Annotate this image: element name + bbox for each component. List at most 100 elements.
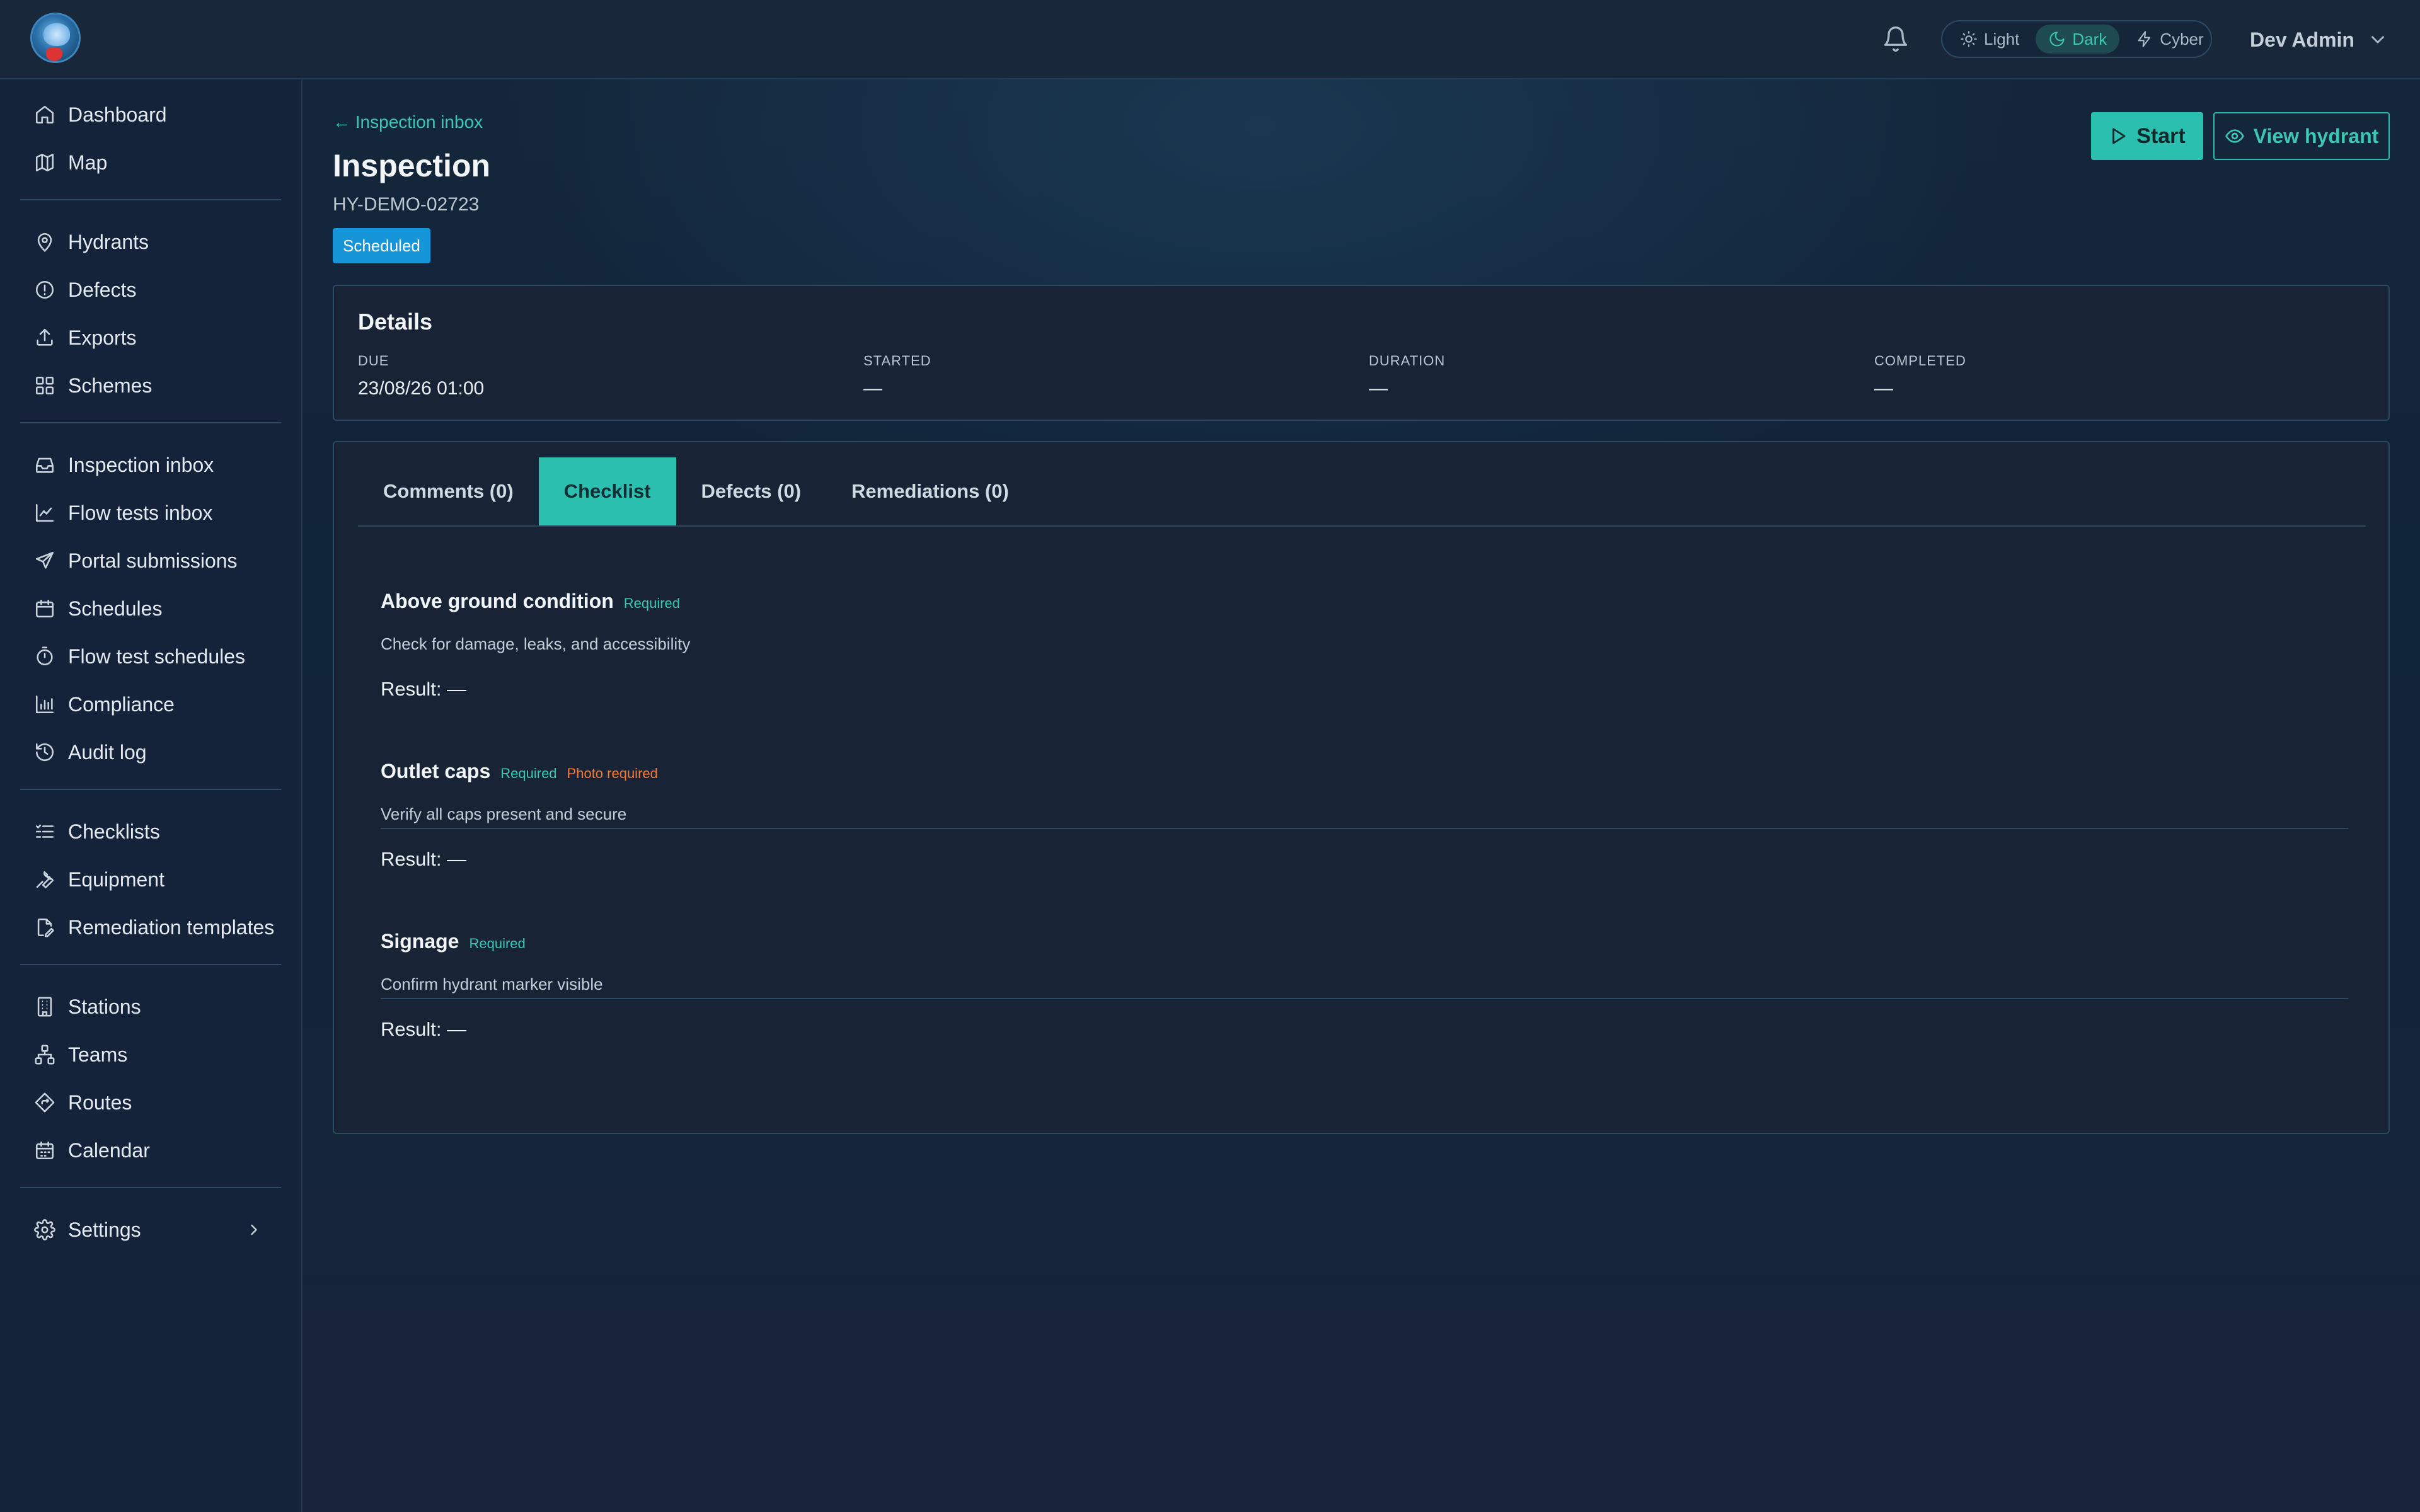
sidebar-item-label: Checklists — [68, 820, 160, 843]
sidebar-item-schedules[interactable]: Schedules — [20, 585, 281, 633]
sidebar-item-exports[interactable]: Exports — [20, 314, 281, 362]
theme-option-light[interactable]: Light — [1947, 25, 2032, 54]
detail-value: — — [1369, 378, 1388, 399]
sidebar-item-label: Inspection inbox — [68, 453, 214, 476]
sidebar-item-map[interactable]: Map — [20, 139, 281, 186]
view-hydrant-button[interactable]: View hydrant — [2213, 112, 2390, 160]
top-bar: Light Dark Cyber Dev Admin — [0, 0, 2420, 79]
user-menu[interactable]: Dev Admin — [2250, 25, 2388, 54]
sidebar-item-label: Hydrants — [68, 230, 149, 253]
sidebar-item-label: Dashboard — [68, 103, 167, 126]
theme-option-label: Light — [1984, 29, 2020, 49]
nav-group-operations: Inspection inbox Flow tests inbox Portal… — [0, 430, 301, 782]
upload-icon — [37, 328, 53, 346]
view-hydrant-label: View hydrant — [2253, 124, 2379, 147]
nav-group-main: Dashboard Map — [0, 79, 301, 193]
back-link[interactable]: ← Inspection inbox — [333, 112, 483, 132]
sidebar-item-label: Compliance — [68, 692, 175, 716]
home-icon — [35, 105, 54, 124]
details-card: Details DUE 23/08/26 01:00 STARTED — DUR… — [333, 285, 2390, 421]
tab-comments[interactable]: Comments (0) — [358, 457, 539, 525]
photo-required-tag: Photo required — [567, 765, 658, 781]
sidebar-item-label: Portal submissions — [68, 549, 238, 572]
app-logo[interactable] — [30, 13, 81, 63]
sidebar-item-defects[interactable]: Defects — [20, 266, 281, 314]
sidebar-item-flow-test-schedules[interactable]: Flow test schedules — [20, 633, 281, 680]
sidebar-item-remediation-templates[interactable]: Remediation templates — [20, 903, 281, 951]
sidebar-item-inspection-inbox[interactable]: Inspection inbox — [20, 441, 281, 489]
checklist-item-description: Check for damage, leaks, and accessibili… — [381, 634, 691, 653]
sidebar-item-settings[interactable]: Settings — [20, 1206, 281, 1254]
theme-option-dark[interactable]: Dark — [2036, 25, 2120, 54]
theme-option-cyber[interactable]: Cyber — [2123, 25, 2216, 54]
detail-duration: DURATION — — [1369, 353, 1445, 399]
sidebar-item-audit-log[interactable]: Audit log — [20, 728, 281, 776]
chevron-down-icon — [2371, 36, 2384, 43]
detail-label: DUE — [358, 353, 389, 369]
sidebar-item-routes[interactable]: Routes — [20, 1079, 281, 1126]
checklist-item-header: Outlet caps Required Photo required — [381, 760, 2348, 783]
checklist-item: Outlet caps Required Photo required Veri… — [381, 760, 2348, 871]
detail-due: DUE 23/08/26 01:00 — [358, 353, 484, 399]
sidebar-item-compliance[interactable]: Compliance — [20, 680, 281, 728]
sidebar-item-stations[interactable]: Stations — [20, 983, 281, 1031]
file-edit-icon — [37, 918, 54, 937]
sidebar-item-label: Schedules — [68, 597, 163, 620]
theme-option-label: Cyber — [2160, 29, 2204, 49]
theme-switcher: Light Dark Cyber — [1941, 20, 2212, 58]
start-button[interactable]: Start — [2091, 112, 2203, 160]
details-title: Details — [358, 309, 433, 335]
checklist-item: Above ground condition Required Check fo… — [381, 590, 2348, 701]
sun-icon — [1961, 31, 1977, 47]
nav-group-settings: Settings — [0, 1194, 301, 1260]
building-icon — [37, 997, 52, 1017]
tabs-card: Comments (0) Checklist Defects (0) Remed… — [333, 441, 2390, 1134]
hydrant-id: HY-DEMO-02723 — [333, 194, 480, 215]
nav-group-org: Stations Teams Routes Calendar — [0, 971, 301, 1181]
moon-icon — [2049, 32, 2065, 47]
sidebar-item-label: Defects — [68, 278, 137, 301]
tab-defects[interactable]: Defects (0) — [676, 457, 827, 525]
nav-divider — [20, 964, 281, 965]
theme-option-label: Dark — [2072, 29, 2107, 49]
alert-circle-icon — [35, 280, 54, 299]
sidebar-item-teams[interactable]: Teams — [20, 1031, 281, 1079]
list-checks-icon — [35, 824, 54, 838]
eye-icon — [2225, 129, 2244, 143]
bell-icon[interactable] — [1882, 24, 1910, 54]
sidebar-item-portal-submissions[interactable]: Portal submissions — [20, 537, 281, 585]
sidebar-item-label: Schemes — [68, 374, 153, 397]
grid-icon — [35, 376, 54, 395]
nav-divider — [20, 789, 281, 790]
map-icon — [35, 153, 54, 172]
sidebar-item-hydrants[interactable]: Hydrants — [20, 218, 281, 266]
detail-value: — — [1874, 378, 1893, 399]
detail-value: 23/08/26 01:00 — [358, 378, 485, 399]
user-name: Dev Admin — [2250, 28, 2354, 51]
sidebar-item-flow-tests-inbox[interactable]: Flow tests inbox — [20, 489, 281, 537]
sidebar-item-calendar[interactable]: Calendar — [20, 1126, 281, 1174]
tab-remediations[interactable]: Remediations (0) — [826, 457, 1034, 525]
tab-checklist[interactable]: Checklist — [538, 457, 676, 525]
calendar-icon — [35, 599, 54, 618]
required-tag: Required — [623, 595, 681, 611]
sidebar-item-equipment[interactable]: Equipment — [20, 856, 281, 903]
checklist-item-header: Above ground condition Required — [381, 590, 2348, 613]
sidebar-item-checklists[interactable]: Checklists — [20, 808, 281, 856]
detail-label: DURATION — [1369, 353, 1446, 369]
gear-icon — [34, 1219, 55, 1240]
nav-divider — [20, 422, 281, 423]
nav-group-assets: Hydrants Defects Exports Schemes — [0, 207, 301, 416]
nav-divider — [20, 199, 281, 200]
nav-group-config: Checklists Equipment Remediation templat… — [0, 796, 301, 958]
sidebar-item-schemes[interactable]: Schemes — [20, 362, 281, 410]
required-tag: Required — [500, 765, 557, 781]
start-button-label: Start — [2136, 123, 2186, 148]
nav-divider — [20, 1187, 281, 1188]
send-icon — [35, 551, 54, 569]
checklist-item-result: Result: — — [381, 678, 467, 700]
sidebar-item-label: Calendar — [68, 1138, 150, 1162]
sidebar-item-label: Remediation templates — [68, 915, 275, 939]
sidebar-item-dashboard[interactable]: Dashboard — [20, 91, 281, 139]
checklist-item-description: Verify all caps present and secure — [381, 805, 627, 823]
